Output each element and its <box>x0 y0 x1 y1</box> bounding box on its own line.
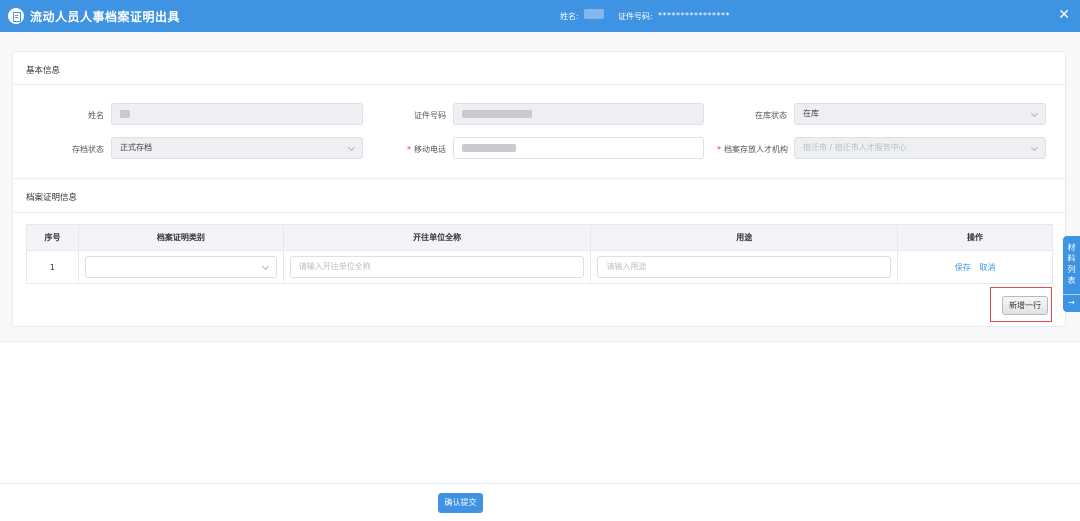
chevron-down-icon <box>261 262 269 271</box>
storage-status-select[interactable]: 在库 <box>794 103 1046 125</box>
column-header-index: 序号 <box>26 224 79 251</box>
cert-table: 序号 档案证明类别 开往单位全称 用途 操作 1 请输入开往单位全称 请输入用途… <box>26 224 1053 284</box>
document-icon <box>8 8 24 24</box>
column-header-action: 操作 <box>897 224 1053 251</box>
column-header-category: 档案证明类别 <box>77 224 284 251</box>
archive-state-label: 存档状态 <box>72 145 104 154</box>
id-number-label: 证件号码 <box>414 111 446 120</box>
section-divider <box>13 178 1065 179</box>
header-id-label: 证件号码: <box>618 12 653 21</box>
app-header: 流动人员人事档案证明出具 姓名: 证件号码: **************** … <box>0 0 1080 32</box>
cert-info-section-title: 档案证明信息 <box>26 193 78 203</box>
agency-label: * 档案存放人才机构 <box>717 145 788 154</box>
unit-input[interactable]: 请输入开往单位全称 <box>289 256 585 278</box>
section-divider <box>13 212 1065 213</box>
mobile-value-redacted <box>462 143 516 152</box>
agency-value: 宿迁市 / 宿迁市人才服务中心 <box>803 143 907 152</box>
category-select[interactable] <box>84 256 277 278</box>
footer-divider <box>0 483 1080 484</box>
header-name-value-redacted <box>584 9 604 19</box>
unit-cell: 请输入开往单位全称 <box>282 250 592 284</box>
side-tab-char: 表 <box>1067 276 1076 285</box>
archive-state-value: 正式存档 <box>120 143 152 152</box>
basic-info-section-title: 基本信息 <box>26 66 61 76</box>
storage-status-value: 在库 <box>803 109 819 118</box>
arrow-right-icon: → <box>1063 294 1080 308</box>
chevron-down-icon <box>1030 143 1039 152</box>
side-tab-char: 料 <box>1067 254 1076 263</box>
mobile-label: * 移动电话 <box>407 145 446 154</box>
save-link[interactable]: 保存 <box>955 263 971 272</box>
chevron-down-icon <box>1030 109 1039 118</box>
table-row: 1 请输入开往单位全称 请输入用途 保存 取消 <box>26 250 1053 284</box>
category-cell <box>77 250 284 284</box>
chevron-down-icon <box>347 143 356 152</box>
cancel-link[interactable]: 取消 <box>979 263 995 272</box>
name-label: 姓名 <box>88 111 104 120</box>
header-id-value: **************** <box>658 11 730 20</box>
page-title: 流动人员人事档案证明出具 <box>30 10 181 24</box>
id-number-redacted <box>462 109 532 118</box>
mobile-label-text: 移动电话 <box>414 145 446 154</box>
archive-state-select[interactable]: 正式存档 <box>111 137 363 159</box>
section-divider <box>13 84 1065 85</box>
storage-status-label: 在库状态 <box>755 111 787 120</box>
agency-select[interactable]: 宿迁市 / 宿迁市人才服务中心 <box>794 137 1046 159</box>
material-list-tab[interactable]: 材 料 列 表 → <box>1063 236 1080 312</box>
form-panel <box>12 51 1066 327</box>
id-number-field <box>453 103 704 125</box>
mobile-input[interactable] <box>453 137 704 159</box>
close-icon[interactable]: ✕ <box>1058 7 1070 23</box>
purpose-cell: 请输入用途 <box>590 250 899 284</box>
name-value-redacted <box>120 109 130 118</box>
action-cell: 保存 取消 <box>897 250 1053 284</box>
column-header-purpose: 用途 <box>590 224 899 251</box>
add-row-button[interactable]: 新增一行 <box>1002 296 1048 315</box>
submit-button[interactable]: 确认提交 <box>438 493 483 513</box>
purpose-input[interactable]: 请输入用途 <box>597 256 892 278</box>
agency-label-text: 档案存放人才机构 <box>724 145 788 154</box>
column-header-unit: 开往单位全称 <box>282 224 592 251</box>
table-header-row: 序号 档案证明类别 开往单位全称 用途 操作 <box>26 224 1053 251</box>
header-name-label: 姓名: <box>560 12 579 21</box>
side-tab-char: 材 <box>1067 243 1076 252</box>
name-field <box>111 103 363 125</box>
row-index: 1 <box>26 250 79 284</box>
side-tab-char: 列 <box>1067 265 1076 274</box>
